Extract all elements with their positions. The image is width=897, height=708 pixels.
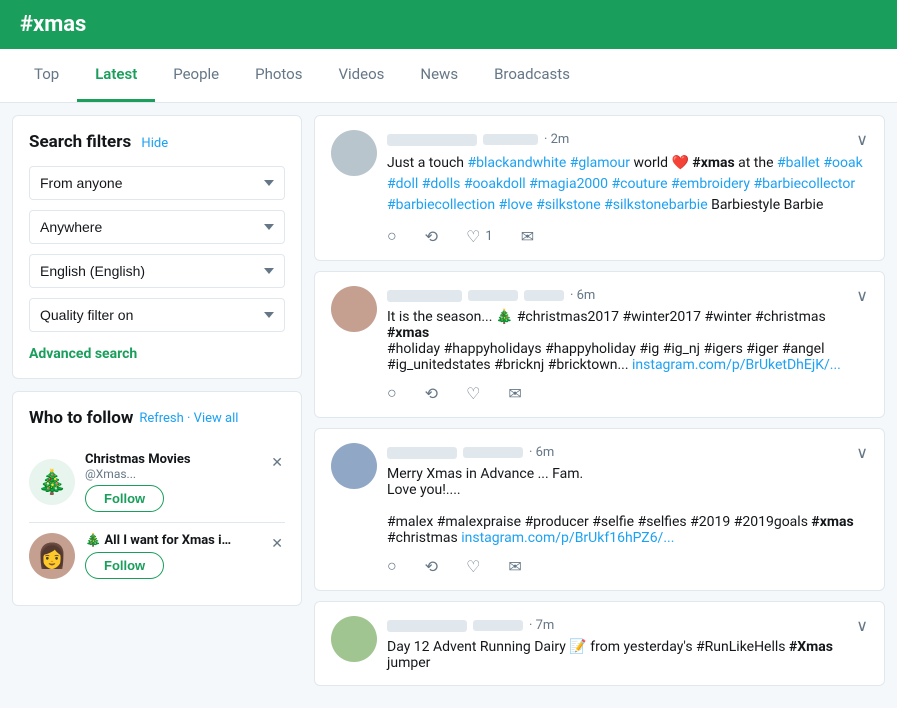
dm-action[interactable]: ✉ xyxy=(508,556,521,576)
like-action[interactable]: ♡ 1 xyxy=(466,226,493,246)
follow-item: 🎄 Christmas Movies @Xmas... Follow ✕ xyxy=(29,442,285,523)
refresh-link[interactable]: Refresh xyxy=(139,411,183,426)
dm-icon: ✉ xyxy=(521,227,534,246)
view-all-link[interactable]: View all xyxy=(194,411,239,426)
page-header: #xmas xyxy=(0,0,897,49)
reply-icon: ○ xyxy=(387,383,397,403)
tab-broadcasts[interactable]: Broadcasts xyxy=(476,49,588,102)
handle-blurred xyxy=(468,290,518,301)
retweet-icon: ⟲ xyxy=(425,227,438,246)
handle-blurred-2 xyxy=(524,290,564,301)
follow-name: 🎄 All I want for Xmas is ... xyxy=(85,533,235,548)
avatar: 👩 xyxy=(29,533,75,579)
dm-icon: ✉ xyxy=(508,557,521,576)
retweet-action[interactable]: ⟲ xyxy=(425,226,438,246)
retweet-icon: ⟲ xyxy=(425,557,438,576)
sidebar: Search filters Hide From anyone Anywhere… xyxy=(12,115,302,696)
who-to-follow-card: Who to follow Refresh · View all 🎄 Chris… xyxy=(12,391,302,606)
tab-videos[interactable]: Videos xyxy=(320,49,402,102)
avatar: 🎄 xyxy=(29,459,75,505)
retweet-icon: ⟲ xyxy=(425,384,438,403)
username-blurred xyxy=(387,620,467,632)
reply-icon: ○ xyxy=(387,226,397,246)
chevron-down-icon[interactable]: ∨ xyxy=(856,443,868,462)
tweet-actions: ○ ⟲ ♡ ✉ xyxy=(387,556,868,576)
chevron-down-icon[interactable]: ∨ xyxy=(856,286,868,305)
follow-button-2[interactable]: Follow xyxy=(85,552,164,579)
dm-icon: ✉ xyxy=(508,384,521,403)
follow-item: 👩 🎄 All I want for Xmas is ... Follow ✕ xyxy=(29,523,285,589)
like-icon: ♡ xyxy=(466,384,480,403)
avatar xyxy=(331,443,377,489)
reply-action[interactable]: ○ xyxy=(387,226,397,246)
follow-info: Christmas Movies @Xmas... Follow xyxy=(85,452,285,512)
tweet-time: · 6m xyxy=(570,288,595,303)
avatar xyxy=(331,616,377,662)
avatar xyxy=(331,130,377,176)
handle-blurred xyxy=(483,134,538,145)
quality-filter-select[interactable]: Quality filter on xyxy=(29,298,285,332)
reply-action[interactable]: ○ xyxy=(387,556,397,576)
tab-bar: Top Latest People Photos Videos News Bro… xyxy=(0,49,897,103)
from-filter-select[interactable]: From anyone xyxy=(29,166,285,200)
tweet-card: · 6m ∨ Merry Xmas in Advance ... Fam. Lo… xyxy=(314,428,885,591)
follow-info: 🎄 All I want for Xmas is ... Follow xyxy=(85,533,285,579)
filters-title: Search filters Hide xyxy=(29,132,285,152)
like-icon: ♡ xyxy=(466,557,480,576)
tweet-card: · 6m ∨ It is the season... 🎄 #christmas2… xyxy=(314,271,885,418)
username-blurred xyxy=(387,134,477,146)
tweet-body: Day 12 Advent Running Dairy 📝 from yeste… xyxy=(387,639,868,671)
reply-action[interactable]: ○ xyxy=(387,383,397,403)
chevron-down-icon[interactable]: ∨ xyxy=(856,616,868,635)
follow-handle: @Xmas... xyxy=(85,467,285,481)
advanced-search-link[interactable]: Advanced search xyxy=(29,346,285,362)
tweet-body: Just a touch #blackandwhite #glamour wor… xyxy=(387,153,868,216)
retweet-action[interactable]: ⟲ xyxy=(425,556,438,576)
retweet-action[interactable]: ⟲ xyxy=(425,383,438,403)
username-blurred xyxy=(387,447,457,459)
tab-latest[interactable]: Latest xyxy=(77,49,155,102)
who-to-follow-title: Who to follow Refresh · View all xyxy=(29,408,285,428)
close-follow-2[interactable]: ✕ xyxy=(269,533,285,554)
handle-blurred xyxy=(473,620,523,631)
like-icon: ♡ xyxy=(466,227,480,246)
page-title: #xmas xyxy=(20,12,86,37)
close-follow-1[interactable]: ✕ xyxy=(269,452,285,473)
tweet-time: · 6m xyxy=(529,445,554,460)
reply-icon: ○ xyxy=(387,556,397,576)
follow-button-1[interactable]: Follow xyxy=(85,485,164,512)
tab-top[interactable]: Top xyxy=(16,49,77,102)
like-action[interactable]: ♡ xyxy=(466,383,480,403)
chevron-down-icon[interactable]: ∨ xyxy=(856,130,868,149)
tab-people[interactable]: People xyxy=(155,49,237,102)
tweet-card: · 2m ∨ Just a touch #blackandwhite #glam… xyxy=(314,115,885,261)
tweet-body: Merry Xmas in Advance ... Fam. Love you!… xyxy=(387,466,868,546)
handle-blurred xyxy=(463,447,523,458)
tab-news[interactable]: News xyxy=(402,49,476,102)
search-filters-card: Search filters Hide From anyone Anywhere… xyxy=(12,115,302,379)
tab-photos[interactable]: Photos xyxy=(237,49,320,102)
tweet-time: · 2m xyxy=(544,132,569,147)
dm-action[interactable]: ✉ xyxy=(521,226,534,246)
language-filter-select[interactable]: English (English) xyxy=(29,254,285,288)
dm-action[interactable]: ✉ xyxy=(508,383,521,403)
tweet-body: It is the season... 🎄 #christmas2017 #wi… xyxy=(387,309,868,373)
tweet-actions: ○ ⟲ ♡ ✉ xyxy=(387,383,868,403)
tweet-feed: · 2m ∨ Just a touch #blackandwhite #glam… xyxy=(314,115,885,696)
like-action[interactable]: ♡ xyxy=(466,556,480,576)
follow-name: Christmas Movies xyxy=(85,452,235,467)
main-layout: Search filters Hide From anyone Anywhere… xyxy=(0,103,897,708)
username-blurred xyxy=(387,290,462,302)
hide-filters-link[interactable]: Hide xyxy=(141,136,168,151)
location-filter-select[interactable]: Anywhere xyxy=(29,210,285,244)
tweet-card: · 7m ∨ Day 12 Advent Running Dairy 📝 fro… xyxy=(314,601,885,686)
avatar xyxy=(331,286,377,332)
tweet-time: · 7m xyxy=(529,618,554,633)
tweet-actions: ○ ⟲ ♡ 1 ✉ xyxy=(387,226,868,246)
